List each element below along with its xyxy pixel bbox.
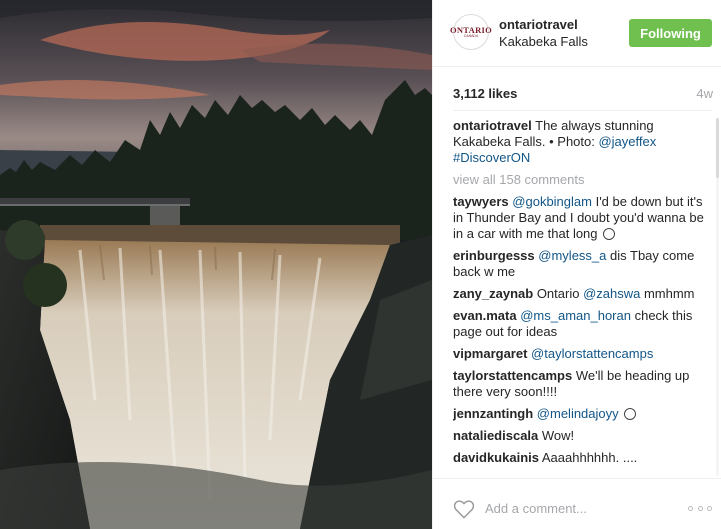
post-photo[interactable] xyxy=(0,0,432,529)
comment-item: vipmargaret @taylorstattencamps xyxy=(453,346,715,362)
comment-username-link[interactable]: jennzantingh xyxy=(453,406,533,421)
comment-username-link[interactable]: taylorstattencamps xyxy=(453,368,572,383)
comment-username-link[interactable]: nataliediscala xyxy=(453,428,538,443)
comment-text: Wow! xyxy=(538,428,575,443)
comment-username-link[interactable]: erinburgesss xyxy=(453,248,535,263)
comment-item: jennzantingh @melindajoyy xyxy=(453,406,715,422)
divider xyxy=(453,110,712,111)
view-all-comments-link[interactable]: view all 158 comments xyxy=(453,172,715,188)
post-header: ONTARIO CANADA ontariotravel Kakabeka Fa… xyxy=(433,0,721,67)
likes-row: 3,112 likes 4w xyxy=(453,86,713,102)
comment-text: Aaaahhhhhh. .... xyxy=(538,450,638,465)
comment-mention-link[interactable]: @melindajoyy xyxy=(537,406,619,421)
scrollbar-thumb[interactable] xyxy=(716,118,719,178)
grinning-face-icon xyxy=(603,228,616,240)
comment-mention-link[interactable]: @zahswa xyxy=(583,286,640,301)
caption-mention-link[interactable]: @jayeffex xyxy=(598,134,656,149)
comment-item: evan.mata @ms_aman_horan check this page… xyxy=(453,308,715,340)
comment-item: erinburgesss @myless_a dis Tbay come bac… xyxy=(453,248,715,280)
avatar-logo-text: ONTARIO xyxy=(449,25,493,35)
comment-item: taywyers @gokbinglam I'd be down but it'… xyxy=(453,194,715,242)
likes-count[interactable]: 3,112 likes xyxy=(453,86,517,101)
comment-username-link[interactable]: zany_zaynab xyxy=(453,286,533,301)
comment-item: zany_zaynab Ontario @zahswa mmhmm xyxy=(453,286,715,302)
comment-composer xyxy=(433,478,721,529)
comment-mention-link[interactable]: @myless_a xyxy=(538,248,606,263)
comment-username-link[interactable]: evan.mata xyxy=(453,308,517,323)
smiling-face-icon xyxy=(624,408,637,420)
comment-text: Ontario xyxy=(533,286,584,301)
comment-username-link[interactable]: vipmargaret xyxy=(453,346,527,361)
avatar-logo-subtext: CANADA xyxy=(463,34,479,38)
more-options-icon[interactable] xyxy=(688,501,712,515)
post-details-panel: ONTARIO CANADA ontariotravel Kakabeka Fa… xyxy=(432,0,721,529)
comments-list[interactable]: ontariotravel The always stunning Kakabe… xyxy=(453,118,715,478)
caption-username-link[interactable]: ontariotravel xyxy=(453,118,532,133)
comment-username-link[interactable]: taywyers xyxy=(453,194,509,209)
comments-scrollbar[interactable] xyxy=(716,118,719,476)
heart-icon[interactable] xyxy=(453,499,475,519)
comment-mention-link[interactable]: @gokbinglam xyxy=(512,194,592,209)
post-time[interactable]: 4w xyxy=(696,86,713,101)
dot xyxy=(707,505,712,511)
caption: ontariotravel The always stunning Kakabe… xyxy=(453,118,715,166)
avatar[interactable]: ONTARIO CANADA xyxy=(449,14,493,50)
comment-mention-link[interactable]: @taylorstattencamps xyxy=(531,346,653,361)
caption-hashtag-link[interactable]: #DiscoverON xyxy=(453,150,530,165)
comment-username-link[interactable]: davidkukainis xyxy=(453,450,539,465)
comment-mention-link[interactable]: @ms_aman_horan xyxy=(520,308,631,323)
waterfall-image xyxy=(0,0,432,529)
comment-item: nataliediscala Wow! xyxy=(453,428,715,444)
comment-item: davidkukainis Aaaahhhhhh. .... xyxy=(453,450,715,466)
comment-text: mmhmm xyxy=(640,286,695,301)
account-username-link[interactable]: ontariotravel xyxy=(499,17,578,32)
following-button[interactable]: Following xyxy=(629,19,712,47)
dot xyxy=(697,505,703,511)
location-link[interactable]: Kakabeka Falls xyxy=(499,34,588,49)
dot xyxy=(688,505,693,511)
add-comment-input[interactable] xyxy=(485,498,675,518)
comment-item: taylorstattencamps We'll be heading up t… xyxy=(453,368,715,400)
